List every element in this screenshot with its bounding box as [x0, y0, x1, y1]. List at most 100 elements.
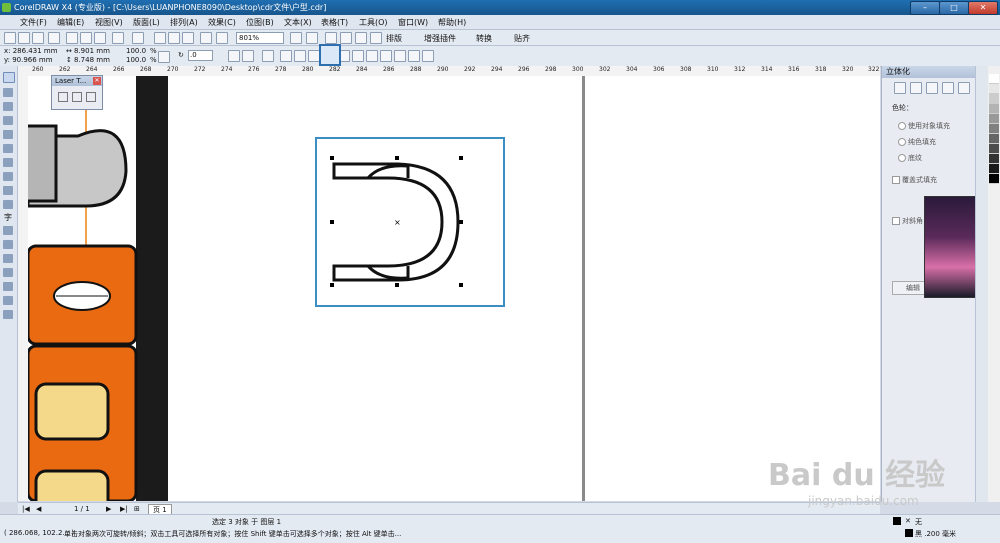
save-icon[interactable]	[32, 32, 44, 44]
group-icon[interactable]	[262, 50, 274, 62]
gradient-radio[interactable]	[898, 154, 906, 162]
cut-icon[interactable]	[66, 32, 78, 44]
width-field[interactable]: 8.901 mm	[74, 47, 110, 55]
boundary-icon[interactable]	[408, 50, 420, 62]
dark-band[interactable]	[136, 76, 168, 501]
add-page-icon[interactable]: ⊞	[134, 505, 140, 513]
maximize-button[interactable]: □	[939, 1, 969, 15]
simplify-icon[interactable]	[366, 50, 378, 62]
dimension-tool-icon[interactable]	[3, 240, 13, 249]
extrude-color-icon[interactable]	[942, 82, 954, 94]
mirror-v-icon[interactable]	[242, 50, 254, 62]
ungroup-icon[interactable]	[280, 50, 292, 62]
import-icon[interactable]	[168, 32, 180, 44]
outline-tool-icon[interactable]	[3, 296, 13, 305]
freehand-tool-icon[interactable]	[3, 130, 13, 139]
color-swatch[interactable]	[989, 94, 999, 104]
mirror-h-icon[interactable]	[228, 50, 240, 62]
menu-view[interactable]: 视图(V)	[95, 17, 123, 28]
align-icon[interactable]	[422, 50, 434, 62]
zoom-width-icon[interactable]	[370, 32, 382, 44]
app-launcher-icon[interactable]	[200, 32, 212, 44]
close-icon[interactable]: ✕	[93, 77, 101, 85]
undo-icon[interactable]	[112, 32, 124, 44]
menu-help[interactable]: 帮助(H)	[438, 17, 466, 28]
back-minus-front-icon[interactable]	[394, 50, 406, 62]
laser-tool-2-icon[interactable]	[72, 92, 82, 102]
extrude-light-icon[interactable]	[926, 82, 938, 94]
menu-bitmaps[interactable]: 位图(B)	[246, 17, 274, 28]
fill-object-radio[interactable]	[898, 122, 906, 130]
y-position[interactable]: y: 90.966 mm	[4, 56, 53, 64]
menu-window[interactable]: 窗口(W)	[398, 17, 428, 28]
zoom-page-icon[interactable]	[355, 32, 367, 44]
eyedropper-tool-icon[interactable]	[3, 282, 13, 291]
paste-icon[interactable]	[94, 32, 106, 44]
extrude-bevel-icon[interactable]	[958, 82, 970, 94]
plugin-enhance[interactable]: 增强插件	[424, 33, 456, 44]
lock-ratio-icon[interactable]	[158, 51, 170, 63]
docker-tab-strip[interactable]	[975, 66, 988, 502]
zoom-out-icon[interactable]	[325, 32, 337, 44]
search-icon[interactable]	[154, 32, 166, 44]
extrude-rotate-icon[interactable]	[910, 82, 922, 94]
close-button[interactable]: ✕	[968, 1, 998, 15]
basic-shapes-tool-icon[interactable]	[3, 200, 13, 209]
blend-tool-icon[interactable]	[3, 268, 13, 277]
print-icon[interactable]	[48, 32, 60, 44]
text-tool-icon[interactable]: 字	[3, 212, 13, 222]
gray-chair-back[interactable]	[28, 124, 58, 203]
extrude-camera-icon[interactable]	[894, 82, 906, 94]
pick-tool-icon[interactable]	[3, 72, 15, 83]
open-icon[interactable]	[18, 32, 30, 44]
options-icon[interactable]	[306, 32, 318, 44]
zoom-level-select[interactable]: 801%	[236, 32, 284, 44]
intersect-icon[interactable]	[352, 50, 364, 62]
plugin-convert[interactable]: 转换	[476, 33, 492, 44]
solid-fill-radio[interactable]	[898, 138, 906, 146]
weld-button[interactable]	[319, 44, 341, 66]
next-page-icon[interactable]: ▶	[106, 505, 111, 513]
color-swatch[interactable]	[989, 104, 999, 114]
light-square[interactable]	[34, 382, 110, 441]
new-icon[interactable]	[4, 32, 16, 44]
menu-arrange[interactable]: 排列(A)	[170, 17, 198, 28]
fill-tool-icon[interactable]	[3, 310, 13, 319]
scale-x-field[interactable]: 100.0	[126, 47, 146, 55]
color-swatch[interactable]	[989, 74, 999, 84]
crop-tool-icon[interactable]	[3, 102, 13, 111]
color-swatch[interactable]	[989, 154, 999, 164]
menu-text[interactable]: 文本(X)	[284, 17, 312, 28]
laser-tool-1-icon[interactable]	[58, 92, 68, 102]
table-tool-icon[interactable]	[3, 226, 13, 235]
color-swatch[interactable]	[989, 124, 999, 134]
rotation-angle-field[interactable]: .0	[188, 50, 213, 61]
shape-tool-icon[interactable]	[3, 88, 13, 97]
color-swatch[interactable]	[989, 84, 999, 94]
export-icon[interactable]	[182, 32, 194, 44]
ungroup-all-icon[interactable]	[294, 50, 306, 62]
last-page-icon[interactable]: ▶|	[120, 505, 128, 513]
connector-tool-icon[interactable]	[3, 254, 13, 263]
prev-page-icon[interactable]: ◀	[36, 505, 41, 513]
copy-icon[interactable]	[80, 32, 92, 44]
menu-edit[interactable]: 编辑(E)	[57, 17, 84, 28]
light-square[interactable]	[34, 469, 110, 501]
redo-icon[interactable]	[132, 32, 144, 44]
bevel-checkbox[interactable]	[892, 217, 900, 225]
minimize-button[interactable]: –	[910, 1, 940, 15]
color-swatch[interactable]	[989, 114, 999, 124]
zoom-tool-icon[interactable]	[3, 116, 13, 125]
menu-tools[interactable]: 工具(O)	[359, 17, 388, 28]
menu-layout[interactable]: 版面(L)	[133, 17, 160, 28]
height-field[interactable]: 8.748 mm	[74, 56, 110, 64]
drawing-canvas[interactable]: ×	[28, 76, 880, 501]
laser-tool-3-icon[interactable]	[86, 92, 96, 102]
color-swatch[interactable]	[989, 134, 999, 144]
color-swatch[interactable]	[989, 174, 999, 184]
snap-icon[interactable]	[290, 32, 302, 44]
welcome-icon[interactable]	[216, 32, 228, 44]
scale-y-field[interactable]: 100.0	[126, 56, 146, 64]
menu-effects[interactable]: 效果(C)	[208, 17, 236, 28]
menu-table[interactable]: 表格(T)	[321, 17, 348, 28]
